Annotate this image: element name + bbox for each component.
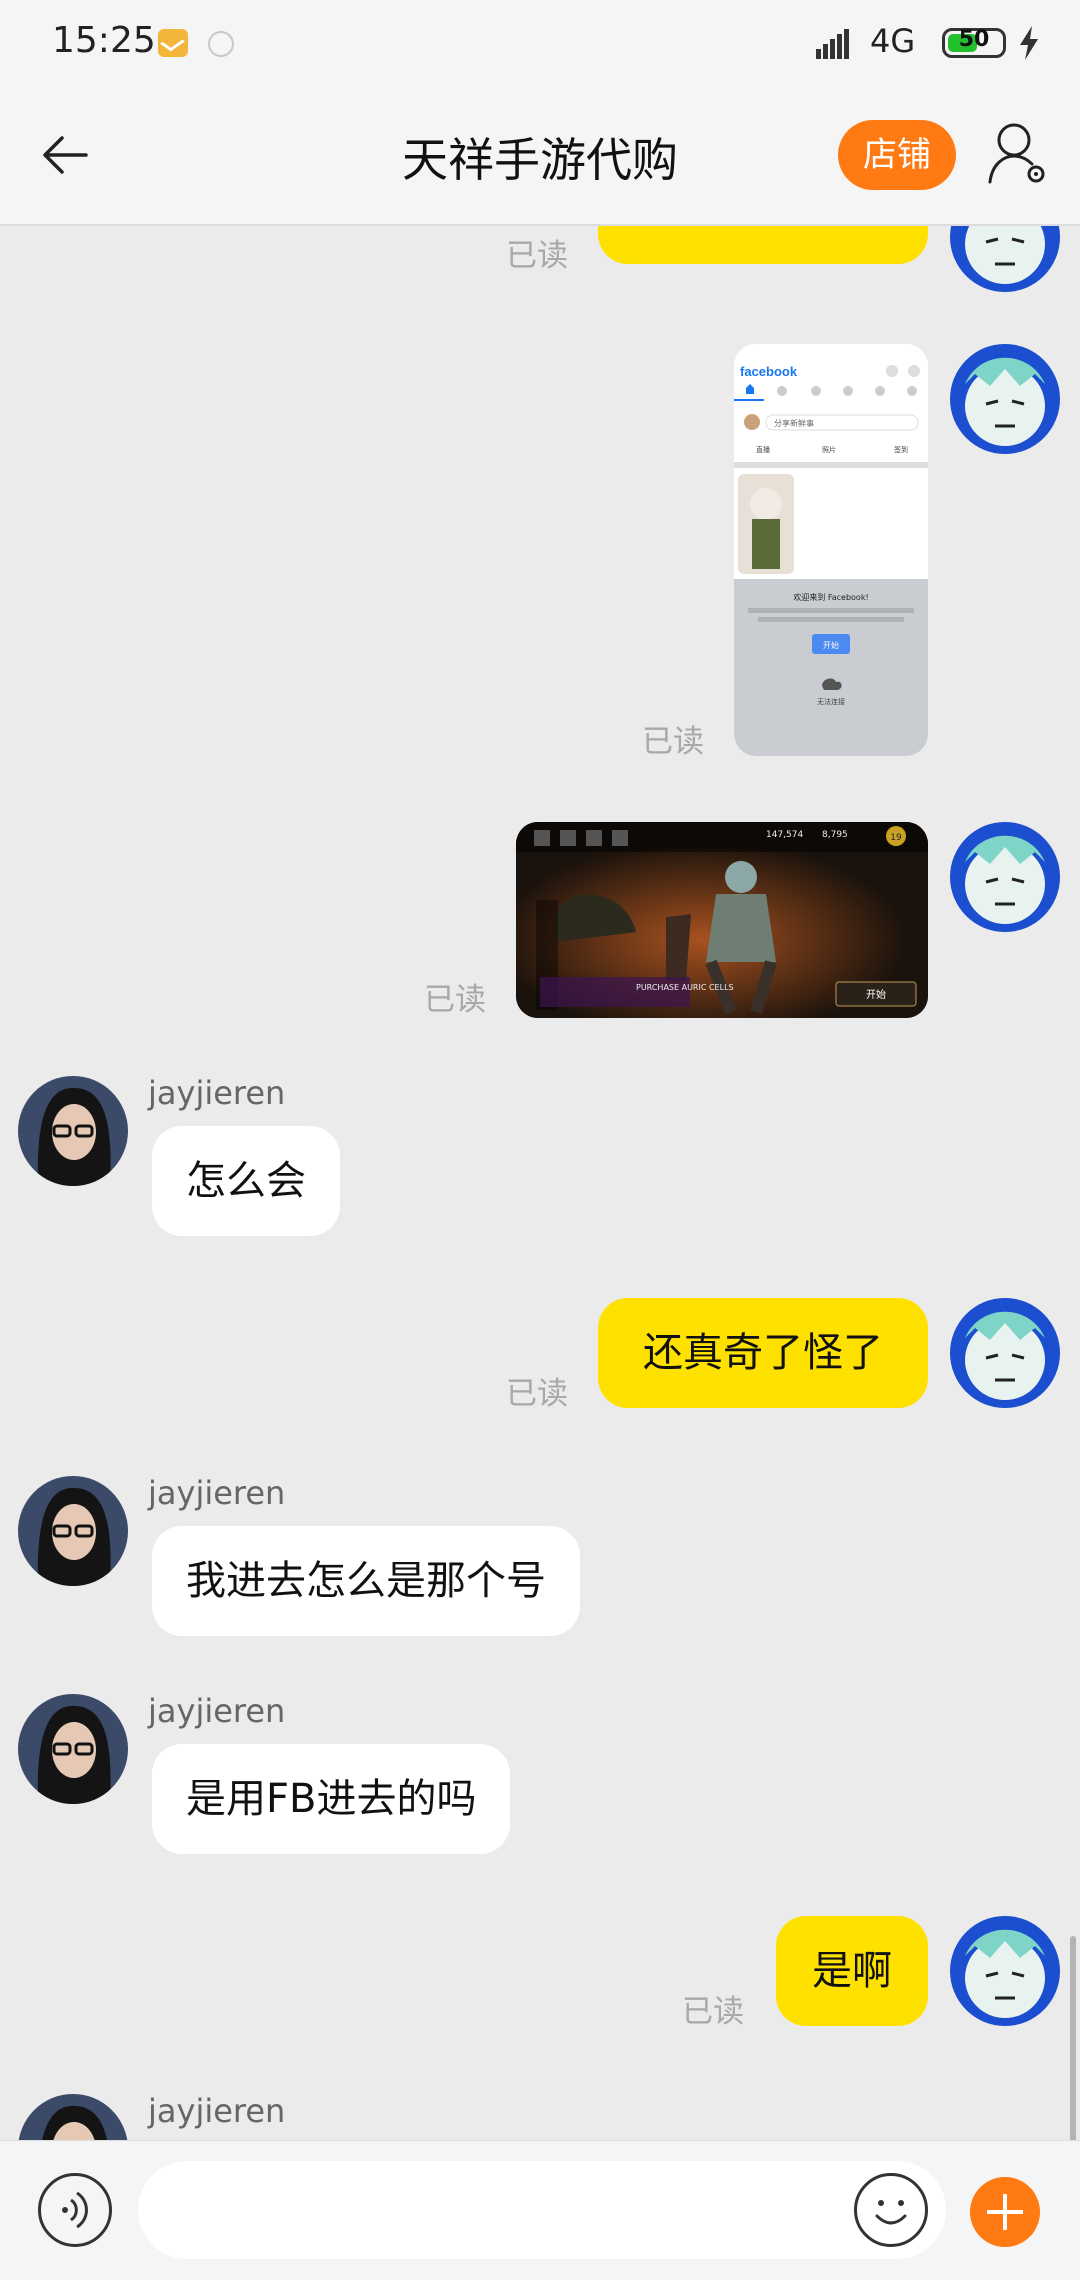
user-settings-icon[interactable] [986, 120, 1050, 188]
contact-avatar[interactable] [18, 1476, 128, 1586]
read-receipt: 已读 [506, 238, 568, 274]
game-start-button: 开始 [866, 988, 886, 1001]
my-avatar[interactable] [950, 226, 1060, 292]
fb-action-photo: 照片 [822, 445, 836, 454]
battery-icon: 50 [942, 27, 1006, 58]
message-bubble-mine[interactable]: 是啊 [776, 1916, 928, 2026]
more-options-plus-button[interactable] [970, 2177, 1040, 2247]
fb-welcome-title: 欢迎来到 Facebook! [793, 592, 868, 602]
my-avatar[interactable] [950, 344, 1060, 454]
sender-name: jayjieren [148, 1074, 286, 1112]
fb-action-checkin: 签到 [894, 445, 908, 454]
read-receipt: 已读 [424, 982, 486, 1018]
game-promo: PURCHASE AURIC CELLS [636, 983, 734, 992]
read-receipt: 已读 [682, 1994, 744, 2030]
status-time: 15:25 [52, 20, 156, 61]
fb-action-live: 直播 [756, 445, 770, 454]
contact-avatar[interactable] [18, 1076, 128, 1186]
message-bubble-mine[interactable]: 是我号没错啊 [598, 226, 928, 264]
message-input[interactable] [138, 2161, 946, 2259]
store-button[interactable]: 店铺 [838, 120, 956, 190]
my-avatar[interactable] [950, 822, 1060, 932]
chat-header: 天祥手游代购 店铺 [0, 88, 1080, 226]
mail-notification-icon [158, 29, 188, 57]
my-avatar[interactable] [950, 1916, 1060, 2026]
message-bubble-theirs[interactable]: 我进去怎么是那个号 [152, 1526, 580, 1636]
fb-logo: facebook [740, 364, 798, 379]
voice-icon [62, 2191, 88, 2229]
scrollbar[interactable] [1070, 1936, 1076, 2140]
charging-icon [1020, 26, 1038, 60]
contact-avatar[interactable] [18, 2094, 128, 2140]
voice-input-button[interactable] [38, 2173, 112, 2247]
sender-name: jayjieren [148, 1692, 286, 1730]
message-bubble-mine[interactable]: 还真奇了怪了 [598, 1298, 928, 1408]
game-currency-2: 8,795 [822, 830, 848, 840]
message-bubble-theirs[interactable]: 是用FB进去的吗 [152, 1744, 511, 1854]
game-currency-1: 147,574 [766, 830, 803, 840]
read-receipt: 已读 [506, 1376, 568, 1412]
network-type: 4G [870, 22, 916, 60]
contact-avatar[interactable] [18, 1694, 128, 1804]
fb-offline: 无法连接 [817, 697, 845, 706]
fb-composer-placeholder: 分享新鲜事 [774, 418, 814, 428]
chat-title: 天祥手游代购 [402, 133, 678, 187]
my-avatar[interactable] [950, 1298, 1060, 1408]
emoji-button[interactable] [854, 2173, 928, 2247]
signal-strength-icon [816, 27, 856, 59]
fb-start-button: 开始 [823, 640, 839, 650]
input-bar [0, 2140, 1080, 2280]
back-arrow-icon[interactable] [40, 130, 90, 180]
facebook-screenshot-image[interactable]: facebook 分享新鲜事 直播 照片 签到 欢迎来到 Facebook! 开… [734, 344, 928, 756]
sender-name: jayjieren [148, 2092, 286, 2130]
battery-level: 50 [958, 27, 990, 52]
message-list[interactable]: 是我号没错啊 已读 facebook 分享新鲜事 直播 照片 签到 欢迎来到 F… [0, 226, 1080, 2140]
status-bar: 15:25 4G 50 [0, 0, 1080, 88]
game-level: 19 [890, 833, 902, 843]
smiley-icon [875, 2200, 907, 2225]
sender-name: jayjieren [148, 1474, 286, 1512]
message-bubble-theirs[interactable]: 怎么会 [152, 1126, 340, 1236]
alarm-icon [208, 31, 234, 57]
read-receipt: 已读 [642, 724, 704, 760]
game-screenshot-image[interactable]: 147,574 8,795 19 PURCHASE AURIC CELLS 开始 [516, 822, 928, 1018]
